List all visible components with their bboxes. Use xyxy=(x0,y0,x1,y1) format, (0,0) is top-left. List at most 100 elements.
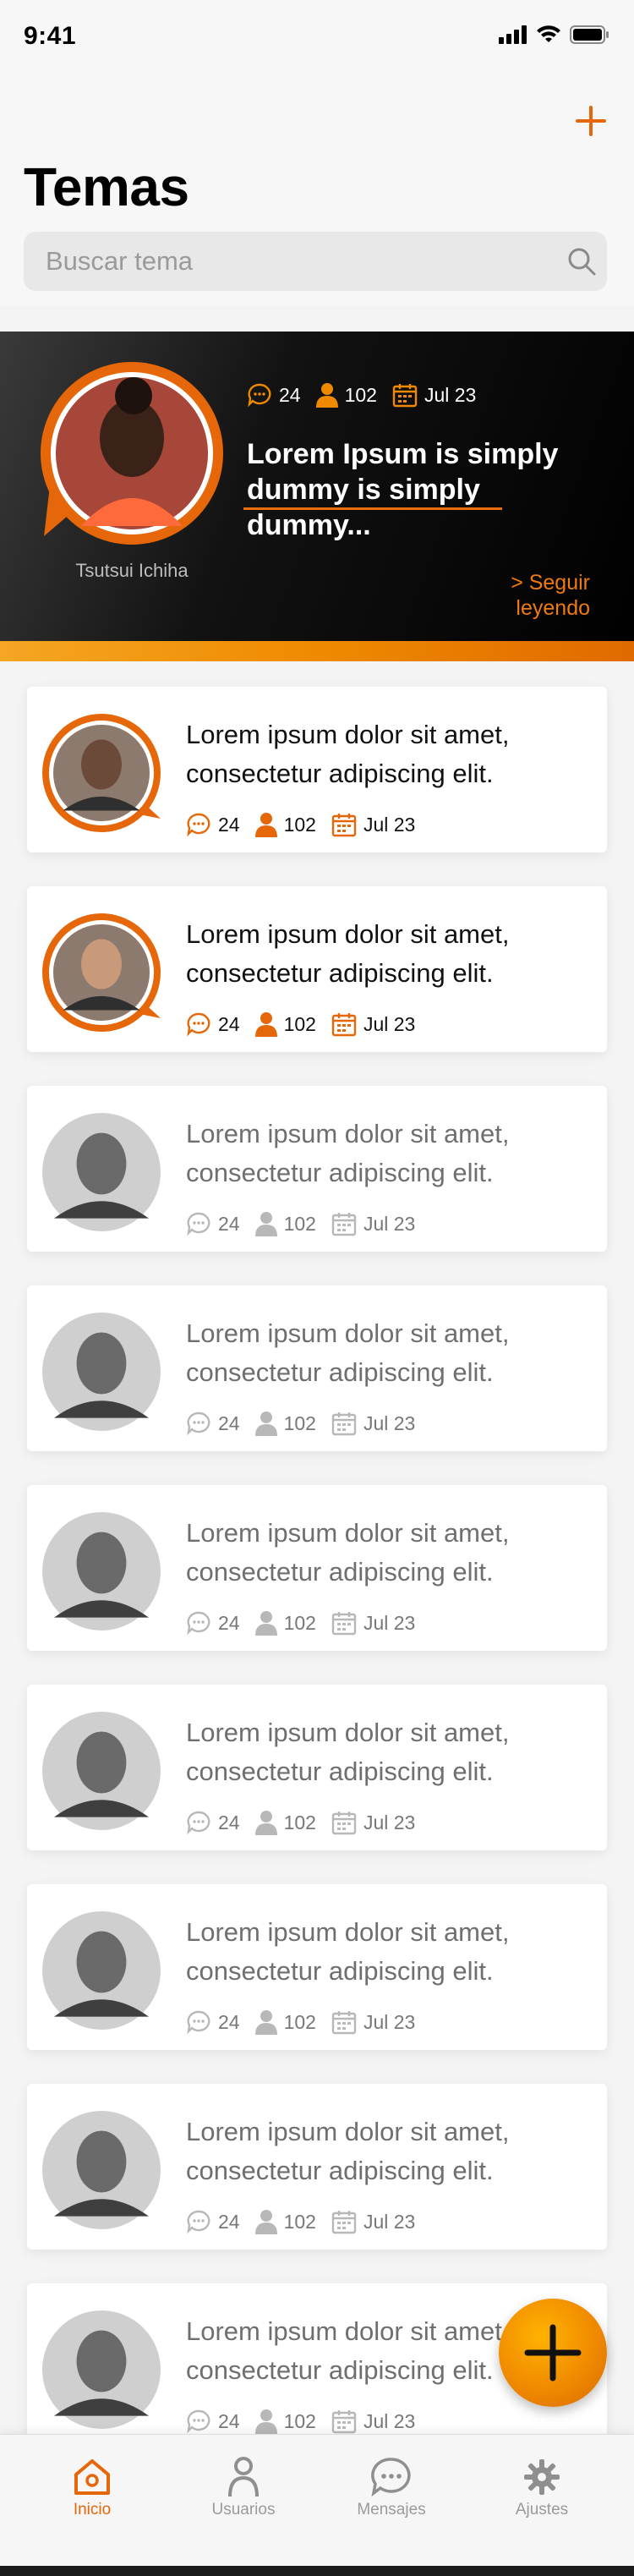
add-topic-button[interactable] xyxy=(570,100,612,142)
page-title: Temas xyxy=(24,156,189,217)
comments-value: 24 xyxy=(218,1811,240,1833)
calendar-icon xyxy=(331,1013,357,1037)
title-underline xyxy=(243,507,502,510)
topic-card[interactable]: Lorem ipsum dolor sit amet, consectetur … xyxy=(27,1485,607,1651)
date: Jul 23 xyxy=(331,1011,415,1037)
tab-mensajes[interactable]: Mensajes xyxy=(328,2453,455,2519)
comments-value: 24 xyxy=(218,1411,240,1434)
calendar-icon xyxy=(331,814,357,837)
chat-bubble-icon xyxy=(328,2453,455,2501)
comments-value: 24 xyxy=(218,2210,240,2233)
topic-card[interactable]: Lorem ipsum dolor sit amet, consectetur … xyxy=(27,1285,607,1451)
user-icon xyxy=(254,1411,277,1436)
date: Jul 23 xyxy=(392,382,476,408)
plus-icon xyxy=(524,2324,582,2381)
tab-ajustes[interactable]: Ajustes xyxy=(478,2453,605,2519)
comments-count: 24 xyxy=(186,2409,240,2434)
user-icon xyxy=(254,1212,277,1236)
featured-author: Tsutsui Ichiha xyxy=(75,560,189,581)
topic-meta: 24 102 Jul 23 xyxy=(186,1810,430,1835)
comment-icon xyxy=(187,2010,210,2035)
topic-meta: 24 102 Jul 23 xyxy=(186,2209,430,2234)
comments-count: 24 xyxy=(186,812,240,837)
date-value: Jul 23 xyxy=(363,813,416,836)
date: Jul 23 xyxy=(331,2409,415,2434)
topic-avatar xyxy=(41,712,162,834)
topic-avatar xyxy=(41,1910,162,2031)
comments-value: 24 xyxy=(218,813,240,836)
featured-title[interactable]: Lorem Ipsum is simply dummy is simply du… xyxy=(247,436,602,543)
status-time: 9:41 xyxy=(24,22,77,50)
topic-meta: 24 102 Jul 23 xyxy=(186,1610,430,1636)
date: Jul 23 xyxy=(331,1211,415,1236)
topic-card[interactable]: Lorem ipsum dolor sit amet, consectetur … xyxy=(27,1086,607,1252)
comment-icon xyxy=(187,1611,210,1636)
date-value: Jul 23 xyxy=(363,2010,416,2033)
users-count: 102 xyxy=(254,812,316,837)
users-value: 102 xyxy=(283,1212,316,1235)
featured-avatar xyxy=(39,360,225,555)
date-value: Jul 23 xyxy=(363,2210,416,2233)
calendar-icon xyxy=(331,1612,357,1636)
new-topic-fab[interactable] xyxy=(499,2299,607,2407)
tab-usuarios[interactable]: Usuarios xyxy=(180,2453,307,2519)
user-icon xyxy=(254,2010,277,2035)
user-icon xyxy=(254,2210,277,2234)
topic-meta: 24 102 Jul 23 xyxy=(186,2409,430,2434)
topic-title: Lorem ipsum dolor sit amet, consectetur … xyxy=(186,720,510,788)
date-value: Jul 23 xyxy=(363,2409,416,2432)
topic-card[interactable]: Lorem ipsum dolor sit amet, consectetur … xyxy=(27,1884,607,2050)
date-value: Jul 23 xyxy=(363,1012,416,1035)
comments-count: 24 xyxy=(186,1411,240,1436)
users-value: 102 xyxy=(344,383,377,406)
topic-card[interactable]: Lorem ipsum dolor sit amet, consectetur … xyxy=(27,2084,607,2250)
calendar-icon xyxy=(331,1811,357,1835)
topic-card[interactable]: Lorem ipsum dolor sit amet, consectetur … xyxy=(27,687,607,852)
user-icon xyxy=(254,1811,277,1835)
home-icon xyxy=(29,2453,156,2501)
topic-meta: 24 102 Jul 23 xyxy=(186,1411,430,1436)
calendar-icon xyxy=(331,1213,357,1236)
users-count: 102 xyxy=(254,1411,316,1436)
topic-card[interactable]: Lorem ipsum dolor sit amet, consectetur … xyxy=(27,1685,607,1850)
home-indicator xyxy=(0,2566,634,2576)
topic-title: Lorem ipsum dolor sit amet, consectetur … xyxy=(186,1119,510,1187)
topic-avatar xyxy=(41,1311,162,1433)
user-icon xyxy=(254,1611,277,1636)
plus-icon xyxy=(576,106,606,136)
users-value: 102 xyxy=(283,813,316,836)
user-icon xyxy=(315,383,338,408)
topic-avatar xyxy=(41,1710,162,1832)
featured-topic[interactable]: Tsutsui Ichiha 24 102 Jul 23 Lorem Ipsum… xyxy=(0,332,634,661)
comment-icon xyxy=(187,1012,210,1037)
featured-accent-bar xyxy=(0,641,634,661)
search-input[interactable] xyxy=(24,232,556,291)
comments-count: 24 xyxy=(186,2209,240,2234)
topic-avatar xyxy=(41,912,162,1033)
users-value: 102 xyxy=(283,1611,316,1634)
tab-label: Ajustes xyxy=(515,2501,569,2518)
calendar-icon xyxy=(331,2211,357,2234)
date: Jul 23 xyxy=(331,2009,415,2035)
search-icon[interactable] xyxy=(556,246,607,277)
read-more-link[interactable]: > Seguir leyendo xyxy=(472,570,590,621)
topic-title: Lorem ipsum dolor sit amet, consectetur … xyxy=(186,919,510,988)
topic-title: Lorem ipsum dolor sit amet, consectetur … xyxy=(186,1518,510,1587)
comment-icon xyxy=(187,813,210,837)
comment-icon xyxy=(187,2210,210,2234)
calendar-icon xyxy=(331,1412,357,1436)
users-value: 102 xyxy=(283,1012,316,1035)
calendar-icon xyxy=(331,2011,357,2035)
comment-icon xyxy=(187,1811,210,1835)
date-value: Jul 23 xyxy=(363,1811,416,1833)
tab-inicio[interactable]: Inicio xyxy=(29,2453,156,2519)
tab-label: Mensajes xyxy=(357,2501,426,2518)
topic-card[interactable]: Lorem ipsum dolor sit amet, consectetur … xyxy=(27,886,607,1052)
wifi-icon xyxy=(536,25,561,48)
date-value: Jul 23 xyxy=(424,383,477,406)
header: 9:41 Temas xyxy=(0,0,634,306)
comment-icon xyxy=(187,1212,210,1236)
status-bar: 9:41 xyxy=(0,0,634,74)
topic-title: Lorem ipsum dolor sit amet, consectetur … xyxy=(186,1917,510,1986)
tab-label: Inicio xyxy=(73,2501,112,2518)
